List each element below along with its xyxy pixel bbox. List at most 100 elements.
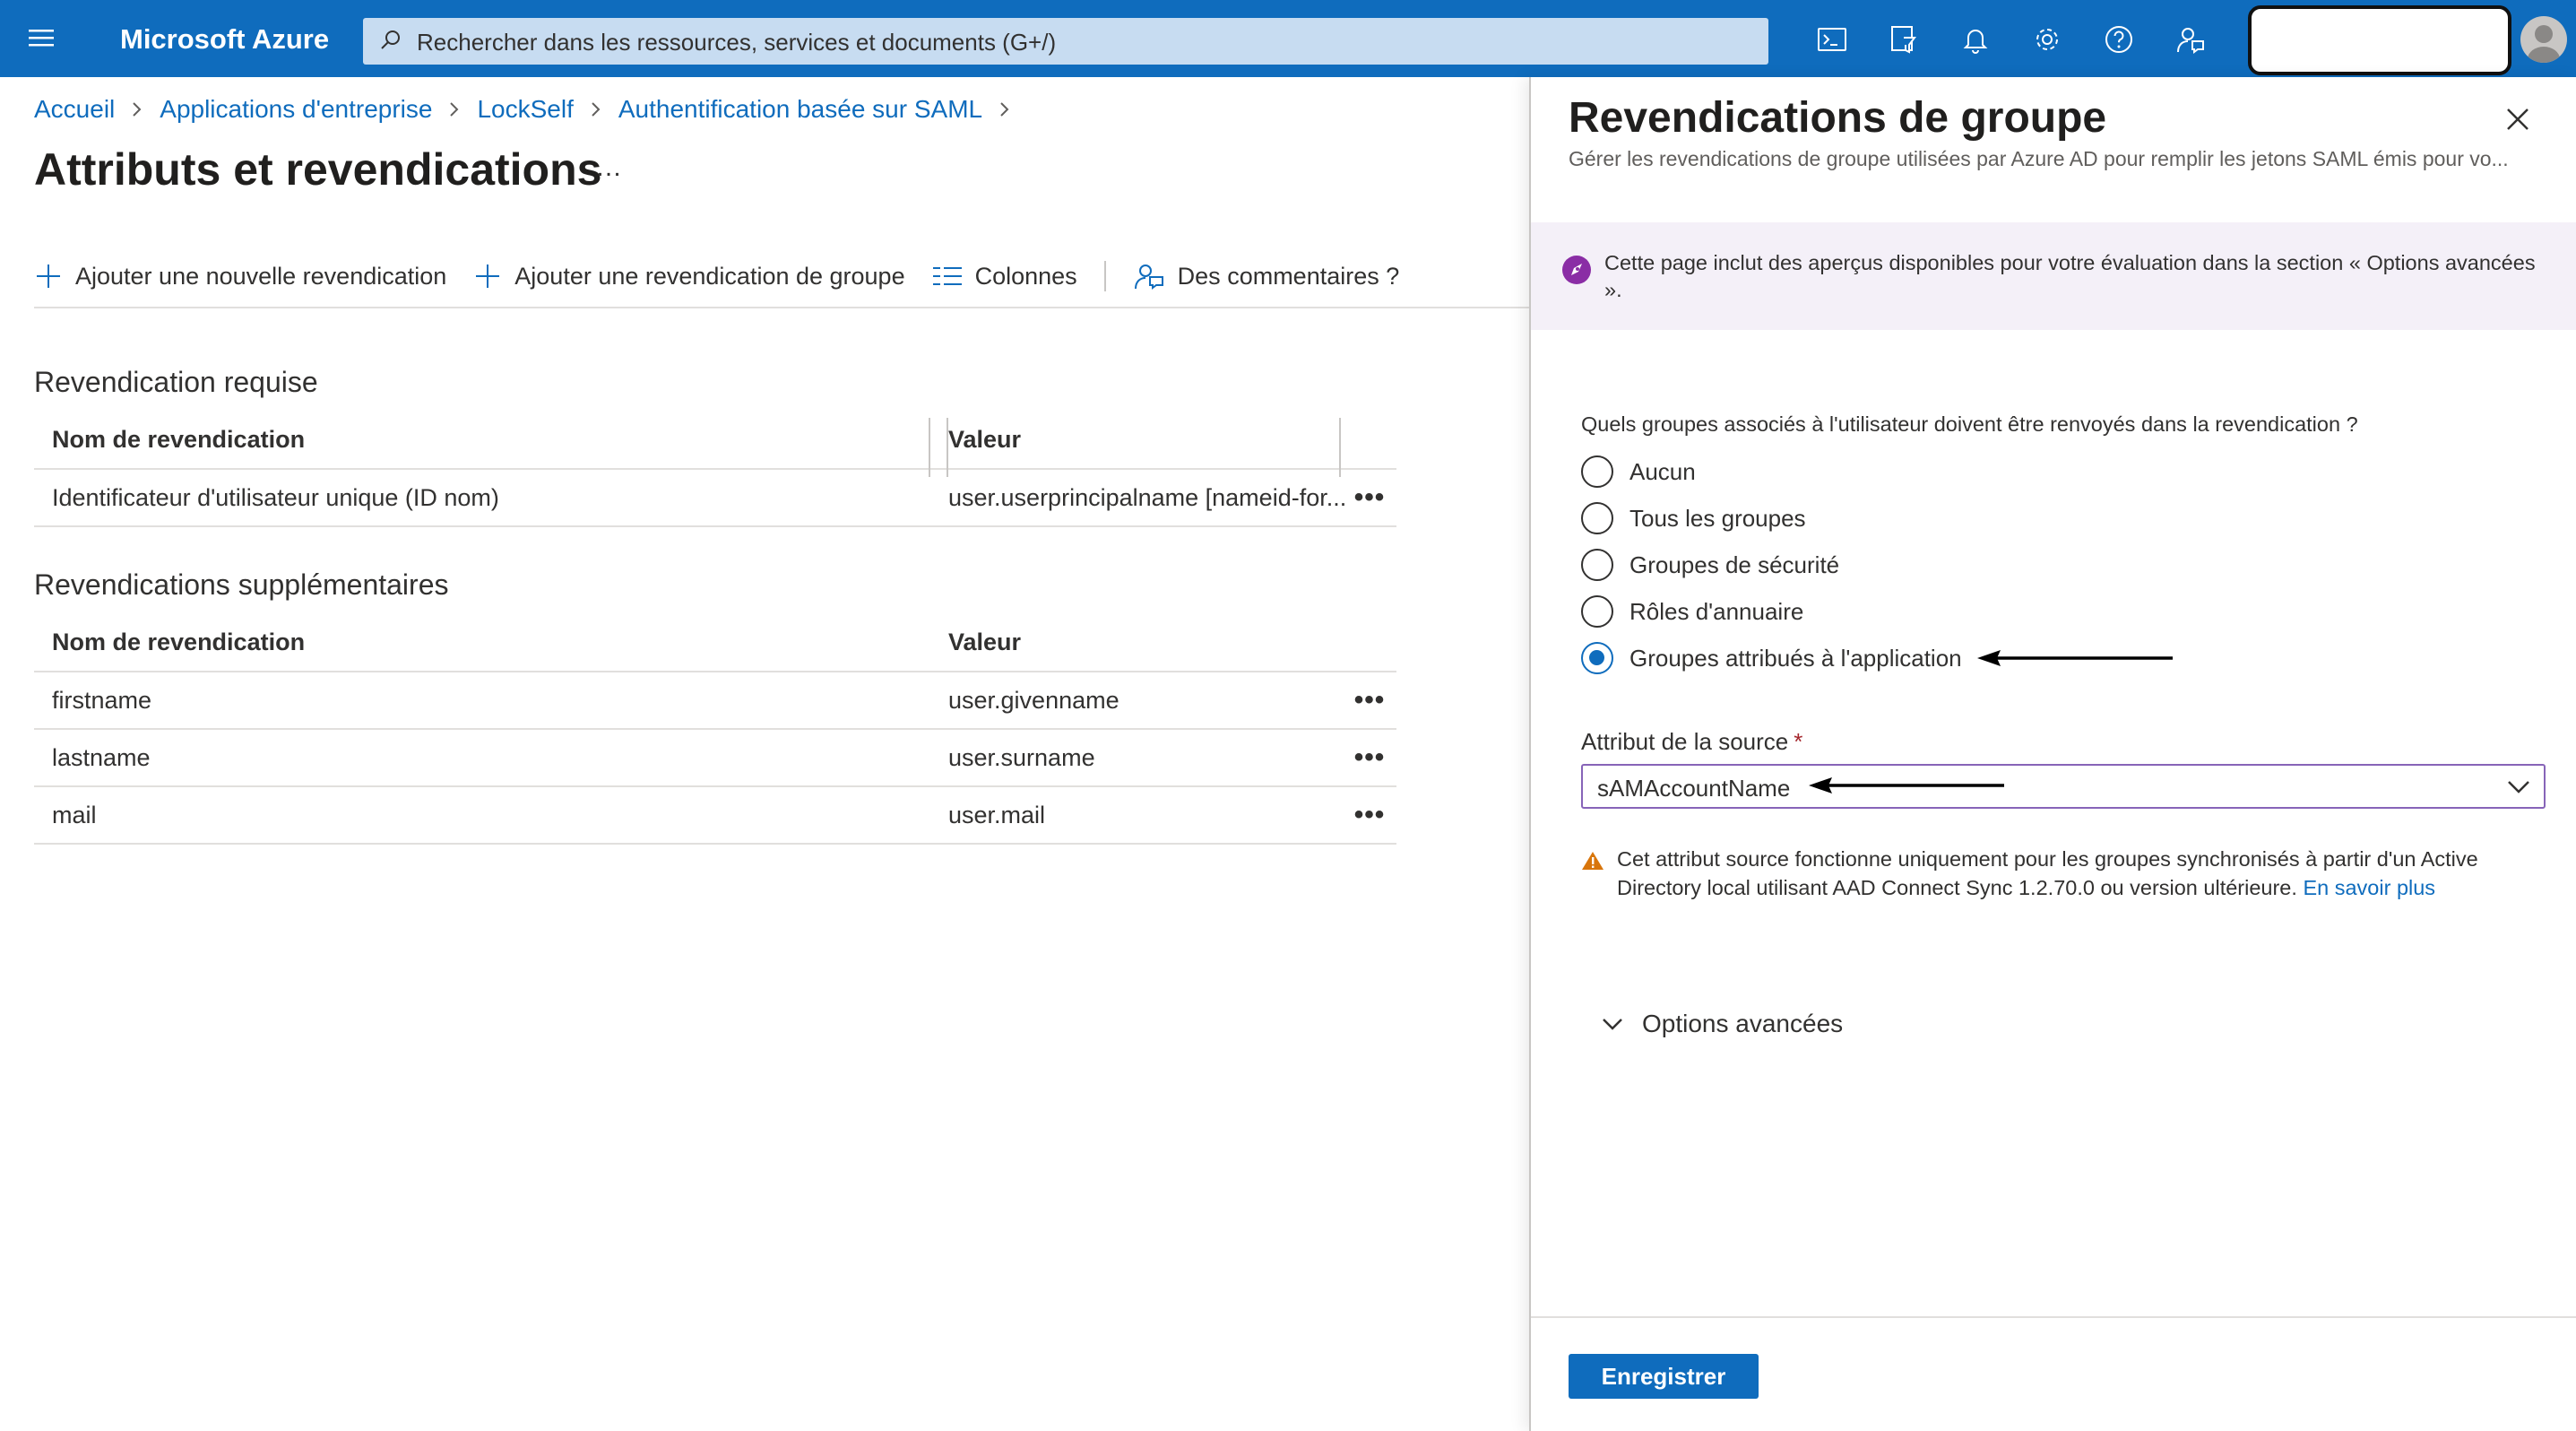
table-row[interactable]: Identificateur d'utilisateur unique (ID … (34, 470, 1396, 527)
search-placeholder: Rechercher dans les ressources, services… (417, 29, 1057, 56)
radio-option-none[interactable]: Aucun (1581, 454, 1696, 490)
chevron-down-icon (2506, 776, 2531, 796)
columns-label: Colonnes (974, 262, 1077, 290)
chevron-right-icon (998, 100, 1011, 118)
command-divider (1103, 261, 1106, 291)
plus-icon (34, 262, 75, 291)
columns-button[interactable]: Colonnes (932, 263, 1077, 291)
claim-value: user.userprincipalname [nameid-for... (948, 483, 1347, 511)
source-attribute-dropdown[interactable]: sAMAccountName (1581, 764, 2546, 809)
breadcrumb-item-saml[interactable]: Authentification basée sur SAML (618, 95, 982, 124)
column-resize-handle[interactable] (1339, 418, 1341, 477)
chevron-down-icon (1601, 1015, 1642, 1033)
plus-icon (473, 262, 514, 291)
page-title: Attributs et revendications (34, 144, 602, 195)
radio-option-directory-roles[interactable]: Rôles d'annuaire (1581, 594, 1803, 629)
radio-button[interactable] (1581, 549, 1613, 581)
panel-subtitle: Gérer les revendications de groupe utili… (1569, 147, 2509, 170)
radio-option-security-groups[interactable]: Groupes de sécurité (1581, 547, 1839, 583)
group-claims-panel: Revendications de groupe Gérer les reven… (1529, 77, 2576, 1431)
chevron-right-icon (448, 100, 461, 118)
breadcrumb-item-enterprise-apps[interactable]: Applications d'entreprise (160, 95, 432, 124)
table-row[interactable]: lastname user.surname ••• (34, 730, 1396, 787)
groups-question: Quels groupes associés à l'utilisateur d… (1581, 412, 2358, 436)
table-row[interactable]: mail user.mail ••• (34, 787, 1396, 845)
source-attribute-label-text: Attribut de la source (1581, 728, 1789, 755)
close-icon[interactable] (2503, 104, 2533, 134)
table-header: Nom de revendication Valeur (34, 613, 1396, 672)
feedback-label: Des commentaires ? (1177, 262, 1400, 290)
more-options-button[interactable]: … (595, 152, 622, 183)
radio-button[interactable] (1581, 595, 1613, 628)
radio-label: Groupes de sécurité (1629, 551, 1840, 578)
directory-filter-icon[interactable] (1886, 22, 1922, 57)
row-more-button[interactable]: ••• (1343, 730, 1396, 785)
radio-button-selected[interactable] (1581, 642, 1613, 674)
help-icon[interactable] (2101, 22, 2137, 57)
feedback-icon (1133, 260, 1178, 292)
columns-icon (932, 265, 975, 288)
command-bar-divider (34, 307, 1529, 308)
annotation-arrow (1977, 647, 2174, 669)
add-claim-button[interactable]: Ajouter une nouvelle revendication (34, 262, 446, 291)
radio-button[interactable] (1581, 502, 1613, 534)
section-title-required: Revendication requise (34, 366, 318, 398)
column-resize-handle[interactable] (929, 418, 930, 477)
claim-value: user.givenname (948, 686, 1119, 714)
search-icon (379, 29, 402, 52)
table-row[interactable]: firstname user.givenname ••• (34, 672, 1396, 730)
row-more-button[interactable]: ••• (1343, 470, 1396, 525)
brand-logo-text[interactable]: Microsoft Azure (120, 23, 329, 56)
breadcrumb-item-home[interactable]: Accueil (34, 95, 115, 124)
radio-option-all-groups[interactable]: Tous les groupes (1581, 500, 1806, 536)
section-title-additional: Revendications supplémentaires (34, 568, 449, 601)
global-search-input[interactable]: Rechercher dans les ressources, services… (363, 18, 1768, 65)
avatar[interactable] (2520, 16, 2567, 63)
preview-banner-text: Cette page inclut des aperçus disponible… (1604, 251, 2536, 301)
radio-label: Tous les groupes (1629, 504, 1806, 532)
radio-button[interactable] (1581, 455, 1613, 488)
add-group-claim-button[interactable]: Ajouter une revendication de groupe (473, 262, 905, 291)
learn-more-link[interactable]: En savoir plus (2303, 876, 2435, 899)
add-group-claim-label: Ajouter une revendication de groupe (514, 262, 905, 290)
column-header-name[interactable]: Nom de revendication (52, 411, 930, 468)
rocket-icon (1561, 255, 1592, 285)
row-more-button[interactable]: ••• (1343, 672, 1396, 728)
notifications-icon[interactable] (1958, 22, 1993, 57)
claim-value: user.surname (948, 743, 1095, 771)
source-attribute-value: sAMAccountName (1597, 775, 1791, 802)
claim-name: firstname (52, 686, 152, 714)
hamburger-menu-icon[interactable] (25, 22, 59, 55)
claim-name: lastname (52, 743, 151, 771)
warning-icon (1581, 850, 1604, 872)
radio-option-app-groups[interactable]: Groupes attribués à l'application (1581, 640, 1962, 676)
save-button[interactable]: Enregistrer (1569, 1354, 1759, 1399)
column-header-value[interactable]: Valeur (948, 411, 1370, 468)
table-header: Nom de revendication Valeur (34, 411, 1396, 477)
radio-label: Rôles d'annuaire (1629, 597, 1804, 625)
feedback-button[interactable]: Des commentaires ? (1133, 260, 1400, 292)
advanced-options-toggle[interactable]: Options avancées (1601, 1010, 1843, 1038)
preview-banner: Cette page inclut des aperçus disponible… (1531, 222, 2576, 330)
required-claims-table: Nom de revendication Valeur Identificate… (34, 411, 1396, 527)
warning-message: Cet attribut source fonctionne uniquemen… (1617, 845, 2549, 902)
breadcrumb-item-app[interactable]: LockSelf (477, 95, 573, 124)
add-claim-label: Ajouter une nouvelle revendication (75, 262, 447, 290)
radio-label: Aucun (1629, 457, 1696, 485)
settings-icon[interactable] (2029, 22, 2065, 57)
claim-name: mail (52, 801, 97, 828)
chevron-right-icon (131, 100, 143, 118)
feedback-icon[interactable] (2173, 22, 2209, 57)
breadcrumb: Accueil Applications d'entreprise LockSe… (34, 95, 1027, 124)
row-more-button[interactable]: ••• (1343, 787, 1396, 843)
chevron-right-icon (590, 100, 602, 118)
column-header-value[interactable]: Valeur (948, 613, 1370, 671)
column-header-name[interactable]: Nom de revendication (52, 613, 930, 671)
radio-label: Groupes attribués à l'application (1629, 644, 1962, 672)
source-attribute-label: Attribut de la source * (1581, 728, 1802, 756)
additional-claims-table: Nom de revendication Valeur firstname us… (34, 613, 1396, 845)
advanced-options-label: Options avancées (1642, 1010, 1844, 1037)
account-info-box[interactable] (2248, 5, 2511, 75)
command-bar: Ajouter une nouvelle revendication Ajout… (34, 253, 1426, 299)
cloud-shell-icon[interactable] (1814, 22, 1850, 57)
